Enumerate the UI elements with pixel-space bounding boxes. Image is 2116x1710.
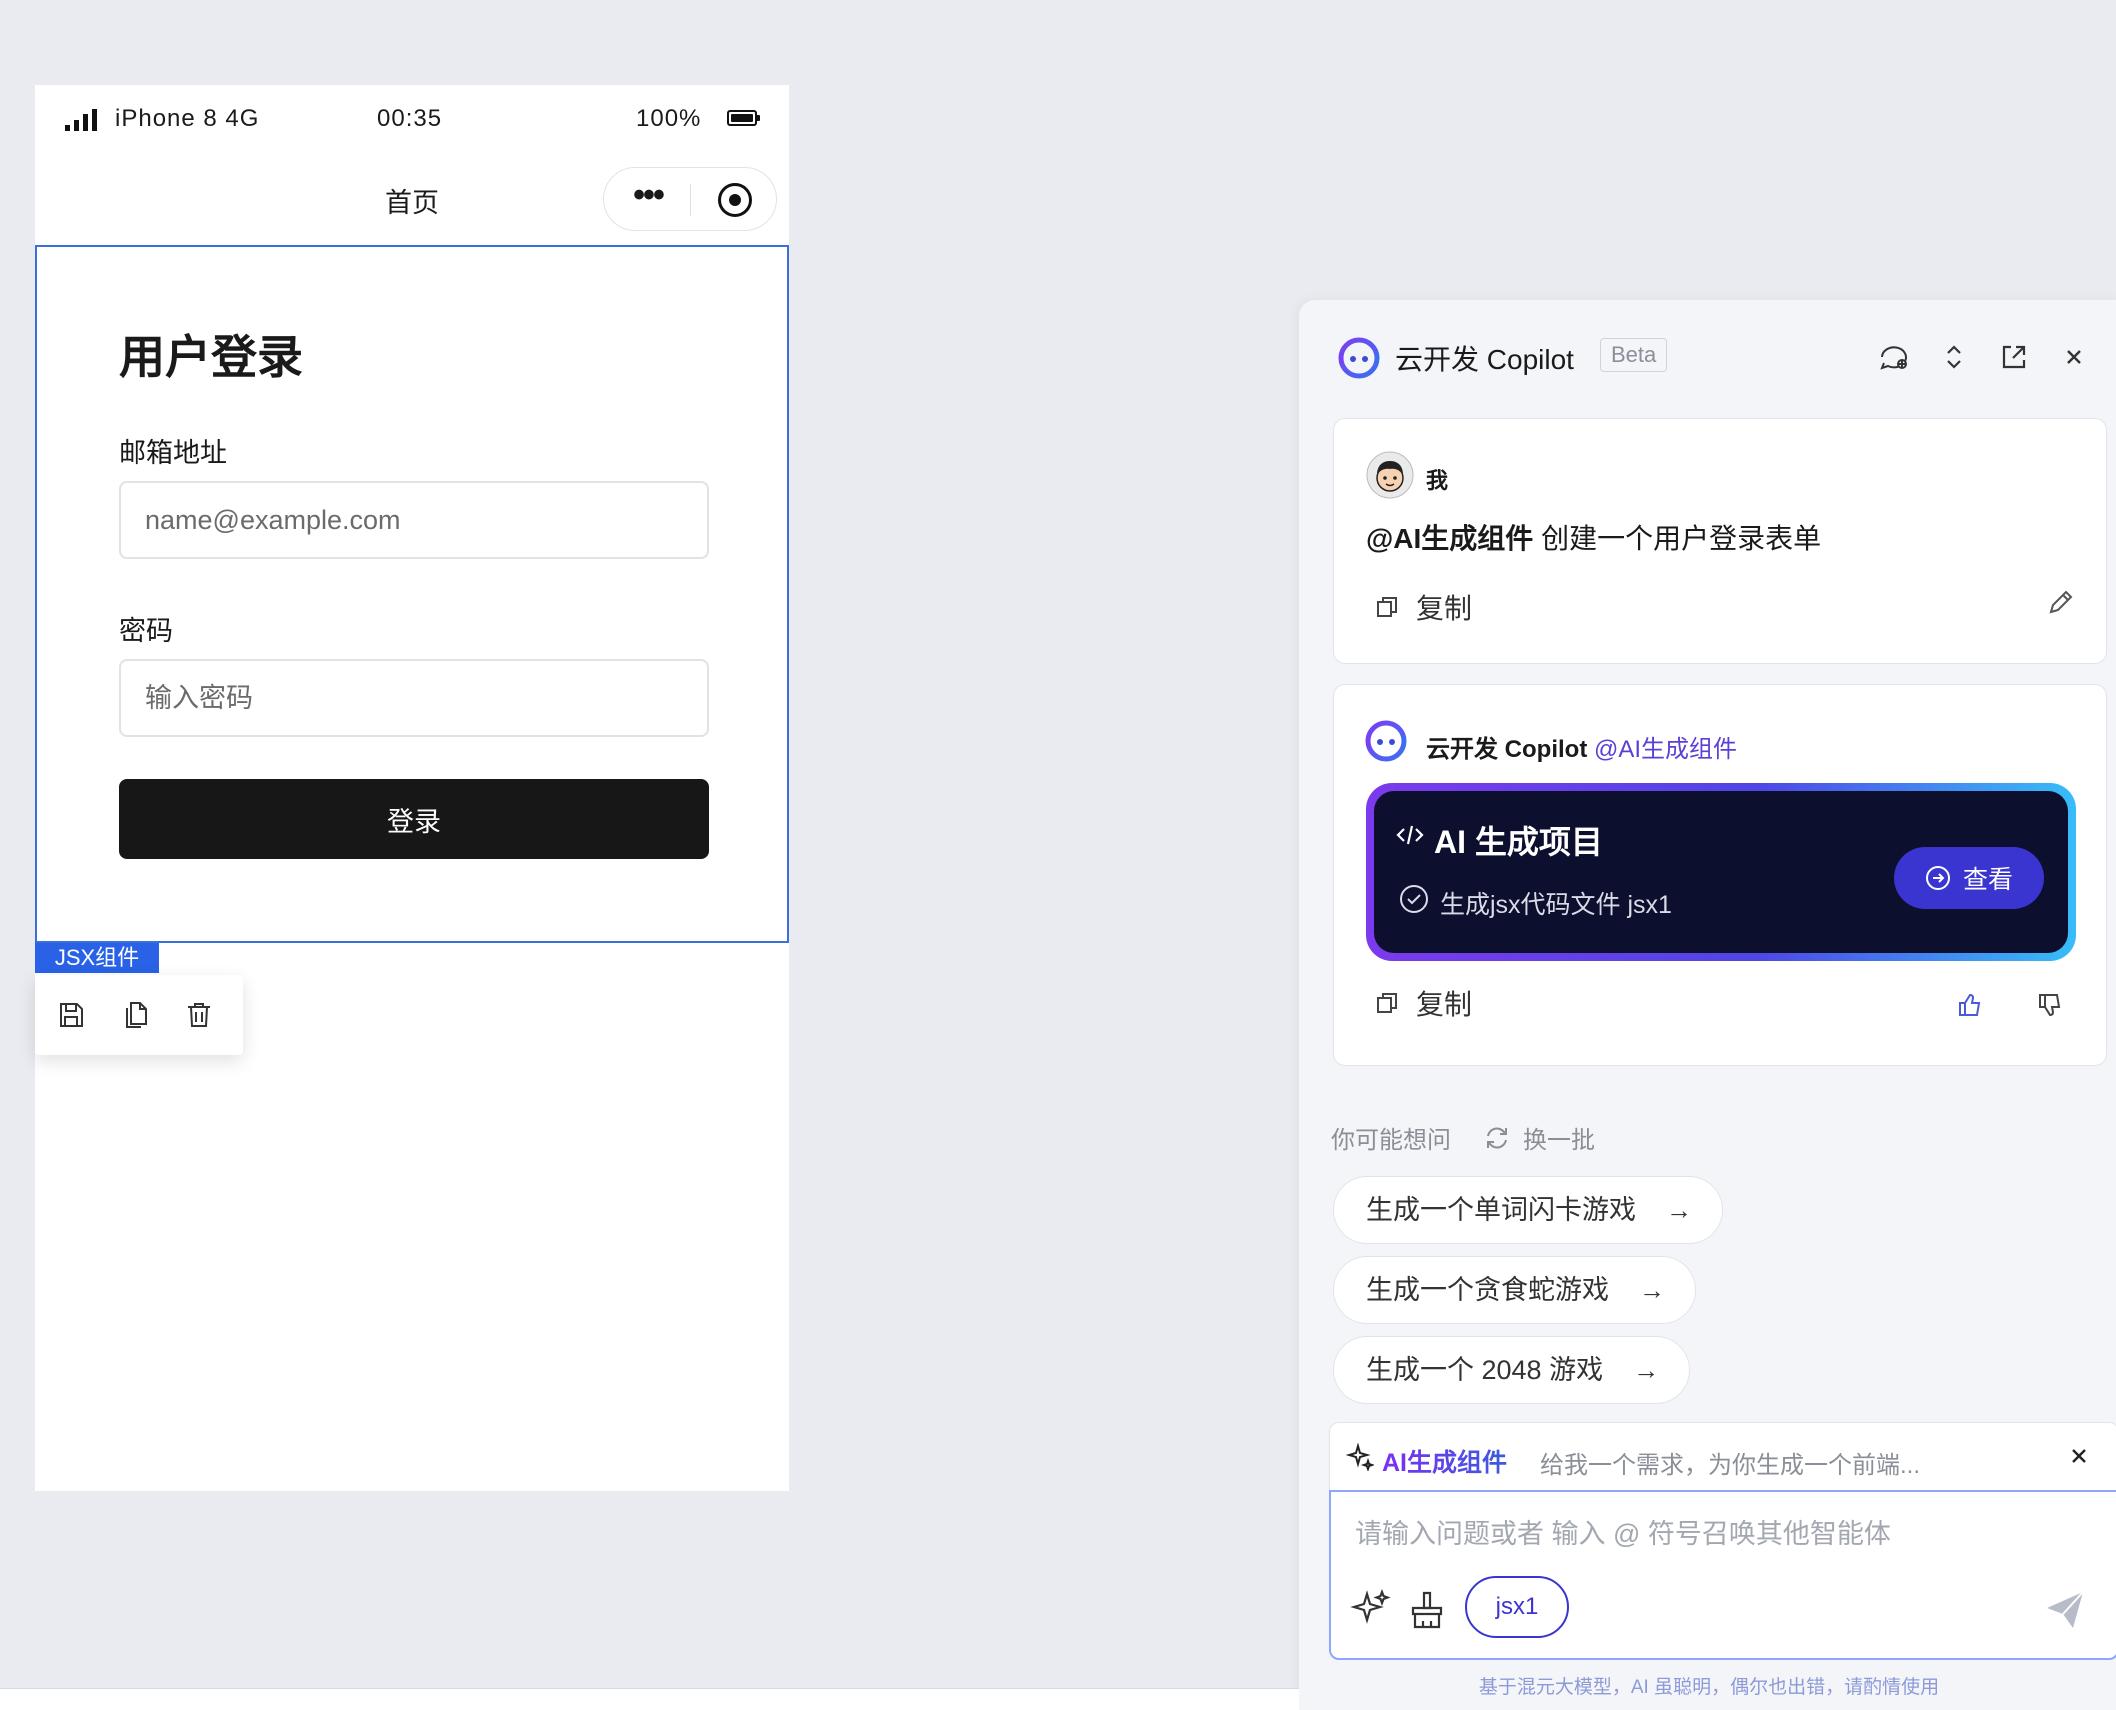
- copilot-panel: 云开发 Copilot Beta 我 @AI生成组件 创建一个用户登录表单 复制: [1299, 300, 2116, 1710]
- jsx-component-selected[interactable]: 用户登录 邮箱地址 密码 登录: [35, 245, 789, 943]
- generated-project-card: AI 生成项目 生成jsx代码文件 jsx1 查看: [1366, 783, 2076, 961]
- copilot-avatar-icon: [1365, 720, 1407, 762]
- copy-icon: [1377, 597, 1397, 617]
- chat-input-box: jsx1: [1329, 1490, 2116, 1660]
- bot-copy-button[interactable]: 复制: [1374, 983, 1472, 1023]
- close-icon[interactable]: [2057, 340, 2091, 374]
- password-input[interactable]: [119, 659, 709, 737]
- delete-icon[interactable]: [183, 999, 215, 1031]
- user-avatar: [1366, 451, 1414, 499]
- context-chip-jsx1[interactable]: jsx1: [1465, 1576, 1569, 1638]
- copilot-title: 云开发 Copilot: [1395, 344, 1574, 375]
- close-miniprogram-icon[interactable]: [718, 183, 752, 217]
- miniprogram-capsule: •••: [603, 167, 777, 231]
- bot-agent-mention: @AI生成组件: [1593, 736, 1738, 763]
- suggestion-chip[interactable]: 生成一个贪食蛇游戏 →: [1333, 1256, 1696, 1324]
- code-icon: [1396, 825, 1424, 845]
- arrow-right-icon: →: [1666, 1195, 1692, 1225]
- carrier-label: iPhone 8 4G: [115, 105, 260, 132]
- view-button[interactable]: 查看: [1894, 847, 2044, 909]
- email-input[interactable]: [119, 481, 709, 559]
- active-agent-name: AI生成组件: [1382, 1443, 1507, 1479]
- suggestions-heading: 你可能想问: [1331, 1127, 1451, 1154]
- user-name: 我: [1426, 468, 1449, 493]
- expand-collapse-icon[interactable]: [1937, 340, 1971, 374]
- ai-disclaimer: 基于混元大模型，AI 虽聪明，偶尔也出错，请酌情使用: [1478, 1677, 1940, 1698]
- arrow-right-icon: →: [1633, 1355, 1660, 1385]
- form-title: 用户登录: [119, 331, 303, 383]
- generated-file-status: 生成jsx代码文件 jsx1: [1440, 891, 1672, 919]
- suggestion-text: 生成一个贪食蛇游戏: [1366, 1275, 1609, 1305]
- generated-project-inner: AI 生成项目 生成jsx代码文件 jsx1 查看: [1374, 791, 2068, 953]
- copy-label: 复制: [1416, 989, 1473, 1020]
- save-icon[interactable]: [55, 999, 87, 1031]
- copilot-logo-icon: [1338, 337, 1380, 379]
- capsule-divider: [690, 184, 691, 216]
- user-message-text: @AI生成组件 创建一个用户登录表单: [1366, 517, 1821, 557]
- send-icon[interactable]: [2043, 1588, 2087, 1632]
- copilot-header: 云开发 Copilot Beta: [1299, 300, 2116, 412]
- refresh-icon: [1487, 1127, 1507, 1148]
- bottom-status-strip: [0, 1688, 1299, 1710]
- suggestion-chip[interactable]: 生成一个 2048 游戏 →: [1333, 1336, 1691, 1404]
- email-label: 邮箱地址: [119, 438, 227, 468]
- phone-simulator: iPhone 8 4G 00:35 100% 首页 ••• 用户登录 邮箱地址 …: [35, 85, 789, 1491]
- check-circle-icon: [1400, 885, 1428, 913]
- suggestion-chip[interactable]: 生成一个单词闪卡游戏 →: [1333, 1176, 1723, 1244]
- clock: 00:35: [377, 105, 443, 132]
- status-bar: iPhone 8 4G 00:35 100%: [35, 85, 789, 155]
- view-label: 查看: [1962, 866, 2013, 894]
- thumbs-up-icon[interactable]: [1956, 991, 1984, 1019]
- remove-agent-icon[interactable]: [2066, 1443, 2092, 1469]
- project-title: AI 生成项目: [1434, 824, 1603, 860]
- sparkle-icon: [1346, 1443, 1374, 1471]
- suggestion-text: 生成一个 2048 游戏: [1366, 1355, 1604, 1385]
- ai-sparkle-icon[interactable]: [1349, 1588, 1391, 1630]
- thumbs-down-icon[interactable]: [2036, 991, 2064, 1019]
- duplicate-icon[interactable]: [119, 999, 151, 1031]
- password-label: 密码: [119, 616, 173, 646]
- copy-icon: [1377, 993, 1397, 1013]
- battery-icon: [727, 110, 760, 126]
- agent-mention: @AI生成组件: [1366, 523, 1534, 554]
- refresh-suggestions-button[interactable]: 换一批: [1483, 1120, 1595, 1155]
- arrow-right-icon: →: [1639, 1275, 1665, 1305]
- login-button[interactable]: 登录: [119, 779, 709, 859]
- active-agent-description: 给我一个需求，为你生成一个前端...: [1540, 1452, 1921, 1479]
- chat-input[interactable]: [1355, 1514, 2055, 1554]
- copy-label: 复制: [1416, 593, 1473, 624]
- arrow-circle-icon: [1925, 866, 1950, 890]
- refresh-label: 换一批: [1523, 1127, 1595, 1154]
- battery-percent: 100%: [636, 105, 702, 132]
- bot-name: 云开发 Copilot @AI生成组件: [1426, 729, 1737, 764]
- user-message-card: 我 @AI生成组件 创建一个用户登录表单 复制: [1333, 418, 2107, 664]
- navigation-bar: 首页 •••: [35, 155, 789, 247]
- active-agent-bar: AI生成组件 给我一个需求，为你生成一个前端...: [1329, 1422, 2116, 1490]
- beta-badge: Beta: [1600, 338, 1668, 372]
- bot-title: 云开发 Copilot: [1426, 736, 1588, 763]
- suggestion-text: 生成一个单词闪卡游戏: [1366, 1195, 1636, 1225]
- open-external-icon[interactable]: [1997, 340, 2031, 374]
- signal-icon: [65, 109, 97, 131]
- brush-icon[interactable]: [1409, 1590, 1445, 1630]
- message-body: 创建一个用户登录表单: [1533, 523, 1822, 554]
- component-type-tag: JSX组件: [35, 943, 159, 973]
- new-chat-icon[interactable]: [1877, 340, 1911, 374]
- more-icon[interactable]: •••: [626, 178, 670, 212]
- edit-icon[interactable]: [2046, 587, 2076, 617]
- component-toolbar: [35, 975, 243, 1055]
- copy-button[interactable]: 复制: [1374, 587, 1472, 627]
- bot-message-card: 云开发 Copilot @AI生成组件 AI 生成项目 生成jsx代码文件 js…: [1333, 684, 2107, 1066]
